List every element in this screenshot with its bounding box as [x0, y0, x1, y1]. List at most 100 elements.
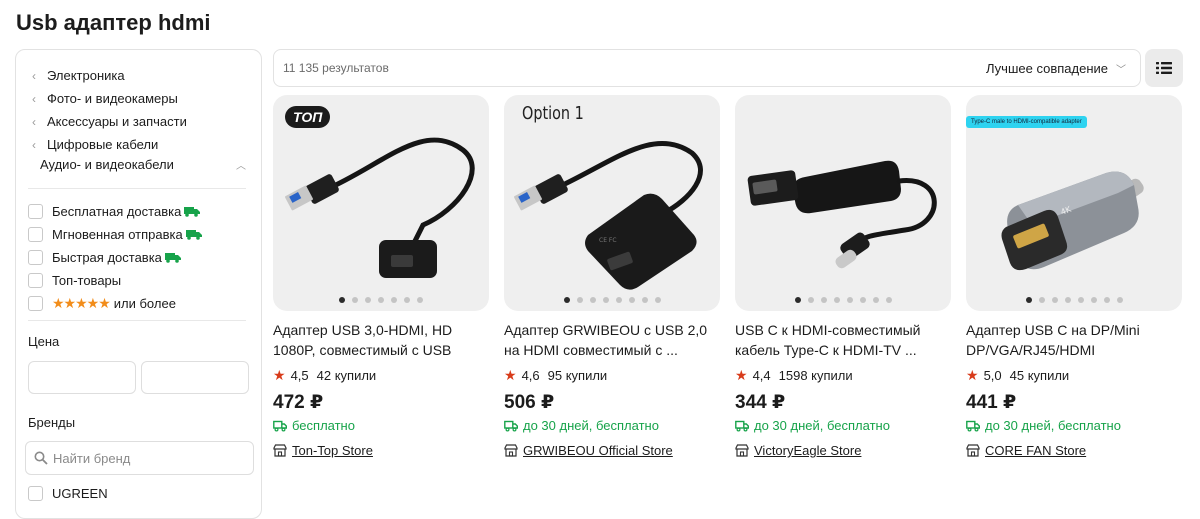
image-carousel-dots[interactable]	[735, 297, 951, 303]
filter-label: или более	[113, 296, 176, 311]
brand-search-input[interactable]: Найти бренд	[25, 441, 254, 475]
category-item-accessories[interactable]: ‹ Аксессуары и запчасти	[32, 110, 187, 133]
carousel-dot[interactable]	[563, 297, 570, 303]
store-link[interactable]: Ton-Top Store	[273, 443, 489, 458]
checkbox[interactable]	[28, 486, 43, 501]
filter-instant-shipping[interactable]: Мгновенная отправка	[28, 223, 202, 246]
carousel-dot[interactable]	[339, 297, 345, 303]
delivery-truck-icon	[966, 420, 980, 432]
brand-item-ugreen[interactable]: UGREEN	[28, 486, 108, 501]
product-image[interactable]: ТОП	[273, 95, 489, 311]
bought-count: 42 купили	[316, 368, 377, 383]
product-card[interactable]: USB C к HDMI-совместимый кабель Type-C к…	[735, 95, 951, 458]
store-name[interactable]: CORE FAN Store	[985, 443, 1086, 458]
checkbox[interactable]	[28, 296, 43, 311]
carousel-dot[interactable]	[833, 297, 840, 303]
store-icon	[735, 444, 749, 457]
carousel-dot[interactable]	[378, 297, 384, 303]
carousel-dot[interactable]	[615, 297, 622, 303]
chevron-left-icon: ‹	[32, 91, 36, 106]
image-carousel-dots[interactable]	[504, 297, 720, 303]
carousel-dot[interactable]	[404, 297, 410, 303]
product-image[interactable]: CE FC Option 1	[504, 95, 720, 311]
carousel-dot[interactable]	[1103, 297, 1110, 303]
product-title[interactable]: Адаптер GRWIBEOU с USB 2,0 на HDMI совме…	[504, 320, 720, 360]
carousel-dot[interactable]	[1090, 297, 1097, 303]
category-label: Электроника	[47, 68, 125, 83]
carousel-dot[interactable]	[1025, 297, 1032, 303]
page-title: Usb адаптер hdmi	[16, 10, 211, 35]
carousel-dot[interactable]	[641, 297, 648, 303]
delivery-truck-icon	[504, 420, 518, 432]
carousel-dot[interactable]	[885, 297, 892, 303]
filter-label: Мгновенная отправка	[52, 227, 183, 242]
category-item-electronics[interactable]: ‹ Электроника	[32, 64, 187, 87]
star-icon: ★	[504, 367, 517, 383]
carousel-dot[interactable]	[1038, 297, 1045, 303]
filter-fast-delivery[interactable]: Быстрая доставка	[28, 246, 202, 269]
sort-dropdown[interactable]: Лучшее совпадение ﹀	[986, 61, 1126, 76]
store-name[interactable]: GRWIBEOU Official Store	[523, 443, 673, 458]
checkbox[interactable]	[28, 227, 43, 242]
product-image[interactable]	[735, 95, 951, 311]
filter-top-products[interactable]: Топ-товары	[28, 269, 202, 292]
store-link[interactable]: VictoryEagle Store	[735, 443, 951, 458]
carousel-dot[interactable]	[1116, 297, 1123, 303]
carousel-dot[interactable]	[589, 297, 596, 303]
carousel-dot[interactable]	[859, 297, 866, 303]
carousel-dot[interactable]	[602, 297, 609, 303]
price-max-input[interactable]	[141, 361, 249, 394]
carousel-dot[interactable]	[807, 297, 814, 303]
product-title[interactable]: USB C к HDMI-совместимый кабель Type-C к…	[735, 320, 951, 360]
checkbox[interactable]	[28, 204, 43, 219]
star-icon: ★	[966, 367, 979, 383]
store-name[interactable]: Ton-Top Store	[292, 443, 373, 458]
image-carousel-dots[interactable]	[966, 297, 1182, 303]
filter-label: Топ-товары	[52, 273, 122, 288]
filter-checklist: Бесплатная доставка Мгновенная отправка …	[28, 200, 202, 315]
image-carousel-dots[interactable]	[273, 297, 489, 303]
product-price: 506 ₽	[504, 392, 555, 413]
delivery-info: до 30 дней, бесплатно	[735, 418, 951, 433]
product-image[interactable]: 4K Type-C male to HDMI-compatible adapte…	[966, 95, 1182, 311]
carousel-dot[interactable]	[352, 297, 358, 303]
checkbox[interactable]	[28, 273, 43, 288]
carousel-dot[interactable]	[417, 297, 423, 303]
carousel-dot[interactable]	[654, 297, 661, 303]
carousel-dot[interactable]	[365, 297, 371, 303]
carousel-dot[interactable]	[846, 297, 853, 303]
product-title[interactable]: Адаптер USB 3,0-HDMI, HD 1080P, совмести…	[273, 320, 489, 360]
carousel-dot[interactable]	[872, 297, 879, 303]
store-link[interactable]: GRWIBEOU Official Store	[504, 443, 720, 458]
price-min-input[interactable]	[28, 361, 136, 394]
carousel-dot[interactable]	[628, 297, 635, 303]
product-card[interactable]: 4K Type-C male to HDMI-compatible adapte…	[966, 95, 1182, 458]
store-link[interactable]: CORE FAN Store	[966, 443, 1182, 458]
store-name[interactable]: VictoryEagle Store	[754, 443, 861, 458]
carousel-dot[interactable]	[1064, 297, 1071, 303]
carousel-dot[interactable]	[1051, 297, 1058, 303]
product-card[interactable]: CE FC Option 1 Адаптер GRWIBEOU с USB 2,…	[504, 95, 720, 458]
carousel-dot[interactable]	[820, 297, 827, 303]
filter-rating[interactable]: ★★★★★ или более	[28, 292, 202, 315]
category-item-digital-cables[interactable]: ‹ Цифровые кабели	[32, 133, 187, 156]
carousel-dot[interactable]	[391, 297, 397, 303]
product-rating: ★ 4,5 42 купили	[273, 367, 489, 384]
checkbox[interactable]	[28, 250, 43, 265]
carousel-dot[interactable]	[1077, 297, 1084, 303]
filter-free-delivery[interactable]: Бесплатная доставка	[28, 200, 202, 223]
carousel-dot[interactable]	[794, 297, 801, 303]
bought-count: 45 купили	[1009, 368, 1070, 383]
category-item-current[interactable]: Аудио- и видеокабели ︿	[40, 157, 246, 172]
bought-count: 1598 купили	[778, 368, 853, 383]
carousel-dot[interactable]	[576, 297, 583, 303]
brand-label: UGREEN	[52, 486, 108, 501]
divider	[28, 320, 246, 321]
product-title[interactable]: Адаптер USB C на DP/Mini DP/VGA/RJ45/HDM…	[966, 320, 1182, 360]
category-label: Аксессуары и запчасти	[47, 114, 187, 129]
category-item-cameras[interactable]: ‹ Фото- и видеокамеры	[32, 87, 187, 110]
chevron-up-icon: ︿	[236, 161, 246, 172]
list-view-button[interactable]	[1145, 49, 1183, 87]
filter-label: Быстрая доставка	[52, 250, 162, 265]
product-card[interactable]: ТОП Адаптер USB 3,0-HDMI, HD 1080P, совм…	[273, 95, 489, 458]
